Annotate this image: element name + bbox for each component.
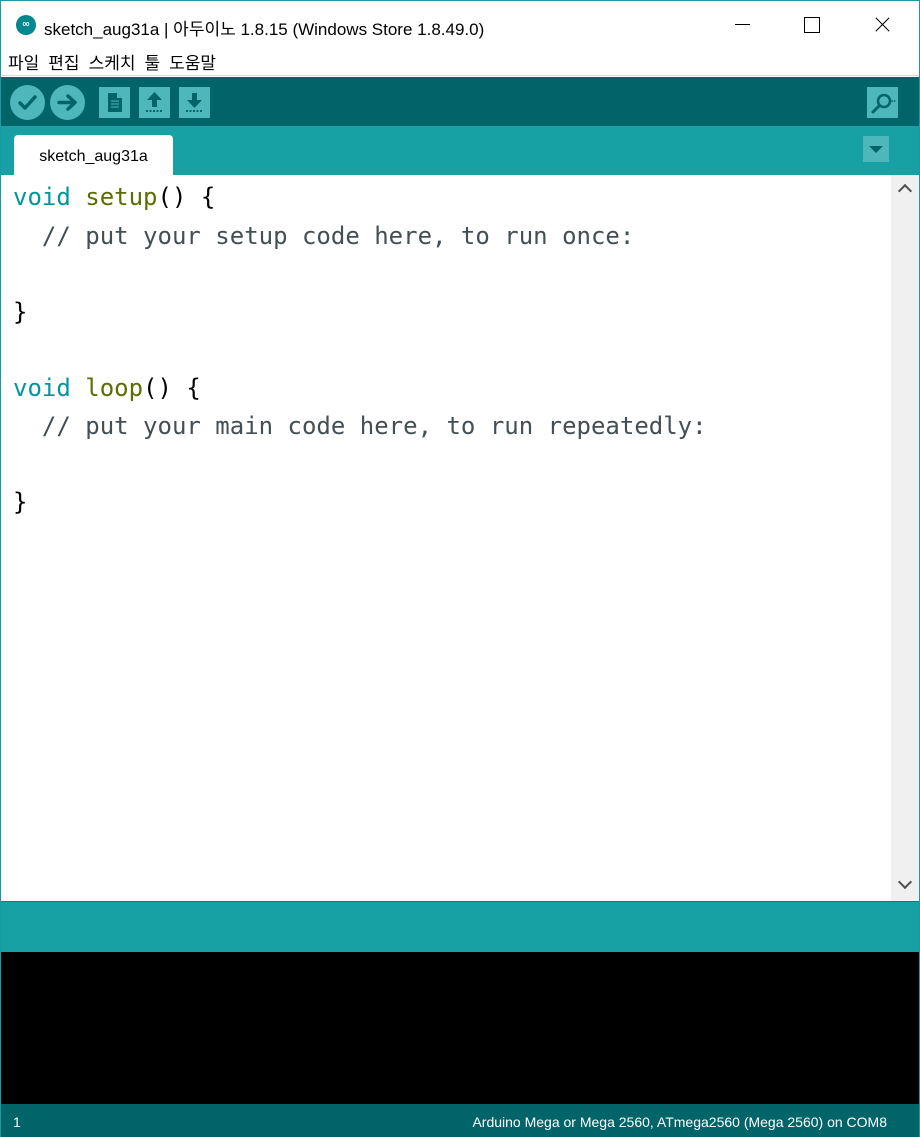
status-bar: 1 Arduino Mega or Mega 2560, ATmega2560 … [1,1104,919,1137]
line-number: 1 [13,1114,21,1130]
open-button[interactable] [139,87,170,118]
board-info: Arduino Mega or Mega 2560, ATmega2560 (M… [472,1114,887,1130]
tab-bar: sketch_aug31a [1,126,919,175]
close-button[interactable] [846,1,916,48]
verify-icon [18,95,37,110]
menu-tools[interactable]: 툴 [144,49,160,74]
minimize-button[interactable] [706,1,776,48]
menu-sketch[interactable]: 스케치 [89,49,136,74]
code-line-1: void setup() { [13,178,215,216]
punctuation: () { [157,183,216,211]
scroll-up-icon[interactable] [891,179,919,199]
menu-help[interactable]: 도움말 [169,49,216,74]
function-name: setup [85,183,158,211]
serial-monitor-icon [871,93,896,114]
tab-menu-dropdown-icon[interactable] [863,136,889,162]
code-line-9: } [13,488,28,516]
verify-button[interactable] [10,85,45,120]
function-name: loop [85,374,144,402]
save-icon [186,93,203,112]
scroll-down-icon[interactable] [891,875,919,895]
tab-sketch-aug31a[interactable]: sketch_aug31a [14,135,173,175]
title-bar[interactable]: ∞ sketch_aug31a | 아두이노 1.8.15 (Windows S… [1,1,919,48]
arduino-ide-window: ∞ sketch_aug31a | 아두이노 1.8.15 (Windows S… [0,0,920,1137]
new-icon [108,93,122,112]
console-output[interactable] [1,952,919,1104]
code-editor[interactable]: void setup() { // put your setup code he… [1,175,891,901]
code-line-4: } [13,298,28,326]
keyword: void [13,374,71,402]
window-title: sketch_aug31a | 아두이노 1.8.15 (Windows Sto… [44,20,485,39]
keyword: void [13,183,71,211]
menu-file[interactable]: 파일 [8,49,39,74]
serial-monitor-button[interactable] [867,87,898,118]
toolbar [1,77,919,126]
upload-icon [57,94,77,111]
editor-scrollbar[interactable] [891,175,919,901]
code-line-2: // put your setup code here, to run once… [13,222,635,250]
new-sketch-button[interactable] [99,87,130,118]
code-line-7: // put your main code here, to run repea… [13,412,707,440]
open-icon [146,92,163,112]
punctuation: () { [143,374,201,402]
menu-edit[interactable]: 편집 [48,49,79,74]
save-button[interactable] [179,87,210,118]
code-line-6: void loop() { [13,369,201,407]
message-bar [1,901,919,952]
upload-button[interactable] [50,85,85,120]
arduino-logo-icon: ∞ [16,15,36,35]
maximize-button[interactable] [776,1,846,48]
menu-bar: 파일 편집 스케치 툴 도움말 [1,48,919,76]
